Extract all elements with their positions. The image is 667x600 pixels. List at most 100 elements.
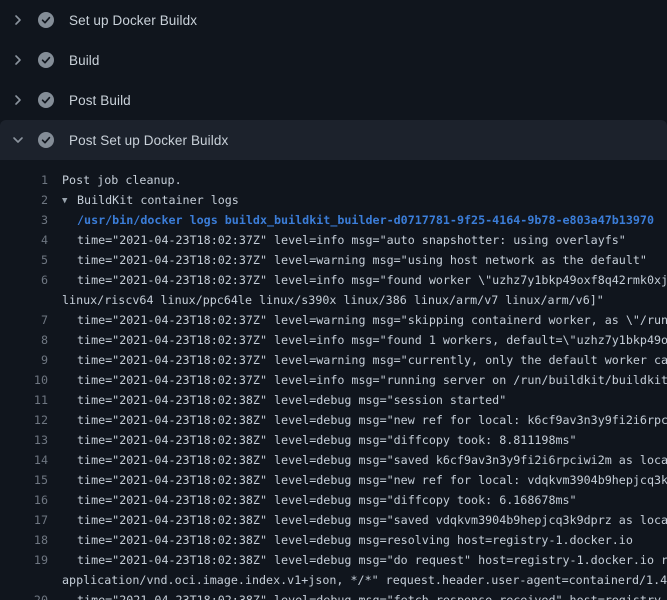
log-row: 6 time="2021-04-23T18:02:37Z" level=info… xyxy=(0,270,667,290)
section-list: Set up Docker Buildx Build xyxy=(0,0,667,160)
log-line-text: time="2021-04-23T18:02:37Z" level=info m… xyxy=(48,233,667,247)
log-message: time="2021-04-23T18:02:38Z" level=debug … xyxy=(77,393,506,407)
log-row: 17 time="2021-04-23T18:02:38Z" level=deb… xyxy=(0,510,667,530)
section-row-post-set-up-docker-buildx[interactable]: Post Set up Docker Buildx xyxy=(0,120,667,160)
log-row: 12 time="2021-04-23T18:02:38Z" level=deb… xyxy=(0,410,667,430)
log-line-text: time="2021-04-23T18:02:38Z" level=debug … xyxy=(48,413,667,427)
log-row: 19 time="2021-04-23T18:02:38Z" level=deb… xyxy=(0,550,667,570)
log-message: BuildKit container logs xyxy=(77,193,239,207)
log-line-text: Post job cleanup. xyxy=(48,173,667,187)
log-line-text: time="2021-04-23T18:02:37Z" level=warnin… xyxy=(48,313,667,327)
check-circle-icon xyxy=(38,52,54,68)
collapse-triangle-icon[interactable]: ▼ xyxy=(62,196,77,206)
log-row: 3 /usr/bin/docker logs buildx_buildkit_b… xyxy=(0,210,667,230)
log-line-number[interactable]: 18 xyxy=(0,533,48,547)
log-row: linux/riscv64 linux/ppc64le linux/s390x … xyxy=(0,290,667,310)
section-title: Post Set up Docker Buildx xyxy=(69,133,228,148)
log-message: linux/riscv64 linux/ppc64le linux/s390x … xyxy=(62,293,604,307)
log-line-text: time="2021-04-23T18:02:37Z" level=warnin… xyxy=(48,353,667,367)
log-line-text: time="2021-04-23T18:02:37Z" level=info m… xyxy=(48,333,667,347)
check-circle-icon xyxy=(38,12,54,28)
log-message: time="2021-04-23T18:02:38Z" level=debug … xyxy=(77,453,667,467)
log-row: 11 time="2021-04-23T18:02:38Z" level=deb… xyxy=(0,390,667,410)
log-line-number[interactable]: 17 xyxy=(0,513,48,527)
log-message: /usr/bin/docker logs buildx_buildkit_bui… xyxy=(77,213,654,227)
log-row: 13 time="2021-04-23T18:02:38Z" level=deb… xyxy=(0,430,667,450)
log-line-text: time="2021-04-23T18:02:38Z" level=debug … xyxy=(48,393,667,407)
log-line-number[interactable]: 10 xyxy=(0,373,48,387)
log-message: time="2021-04-23T18:02:38Z" level=debug … xyxy=(77,533,633,547)
log-message: time="2021-04-23T18:02:37Z" level=warnin… xyxy=(77,313,667,327)
log-message: time="2021-04-23T18:02:38Z" level=debug … xyxy=(77,593,667,600)
log-line-number[interactable]: 8 xyxy=(0,333,48,347)
log-row: 1 Post job cleanup. xyxy=(0,170,667,190)
log-row: 7 time="2021-04-23T18:02:37Z" level=warn… xyxy=(0,310,667,330)
log-line-number[interactable]: 11 xyxy=(0,393,48,407)
log-row: 20 time="2021-04-23T18:02:38Z" level=deb… xyxy=(0,590,667,600)
check-circle-icon xyxy=(38,132,54,148)
log-line-text: linux/riscv64 linux/ppc64le linux/s390x … xyxy=(48,293,667,307)
log-group-header[interactable]: ▼BuildKit container logs xyxy=(48,193,667,207)
log-row: 2 ▼BuildKit container logs xyxy=(0,190,667,210)
log-row: 9 time="2021-04-23T18:02:37Z" level=warn… xyxy=(0,350,667,370)
log-row: 8 time="2021-04-23T18:02:37Z" level=info… xyxy=(0,330,667,350)
chevron-right-icon xyxy=(10,52,26,68)
log-row: 18 time="2021-04-23T18:02:38Z" level=deb… xyxy=(0,530,667,550)
workflow-log-panel: Set up Docker Buildx Build xyxy=(0,0,667,600)
log-message: time="2021-04-23T18:02:38Z" level=debug … xyxy=(77,493,577,507)
log-line-text: time="2021-04-23T18:02:37Z" level=info m… xyxy=(48,273,667,287)
log-line-number[interactable]: 9 xyxy=(0,353,48,367)
log-line-number[interactable]: 13 xyxy=(0,433,48,447)
log-line-number[interactable]: 12 xyxy=(0,413,48,427)
log-line-text: time="2021-04-23T18:02:38Z" level=debug … xyxy=(48,593,667,600)
log-line-text: application/vnd.oci.image.index.v1+json,… xyxy=(48,573,667,587)
log-line-number[interactable]: 19 xyxy=(0,553,48,567)
log-line-number[interactable]: 15 xyxy=(0,473,48,487)
log-line-number[interactable]: 5 xyxy=(0,253,48,267)
log-message: time="2021-04-23T18:02:37Z" level=info m… xyxy=(77,373,667,387)
log-line-text: time="2021-04-23T18:02:38Z" level=debug … xyxy=(48,453,667,467)
log-row: 15 time="2021-04-23T18:02:38Z" level=deb… xyxy=(0,470,667,490)
log-message: time="2021-04-23T18:02:37Z" level=warnin… xyxy=(77,253,647,267)
log-row: 4 time="2021-04-23T18:02:37Z" level=info… xyxy=(0,230,667,250)
section-title: Build xyxy=(69,53,100,68)
log-line-text: time="2021-04-23T18:02:38Z" level=debug … xyxy=(48,473,667,487)
log-line-number[interactable]: 20 xyxy=(0,593,48,600)
log-message: time="2021-04-23T18:02:37Z" level=info m… xyxy=(77,233,626,247)
log-line-number[interactable]: 14 xyxy=(0,453,48,467)
chevron-right-icon xyxy=(10,12,26,28)
log-line-text: time="2021-04-23T18:02:37Z" level=info m… xyxy=(48,373,667,387)
log-row: 10 time="2021-04-23T18:02:37Z" level=inf… xyxy=(0,370,667,390)
log-line-number[interactable]: 16 xyxy=(0,493,48,507)
log-message: time="2021-04-23T18:02:38Z" level=debug … xyxy=(77,553,667,567)
log-message: time="2021-04-23T18:02:37Z" level=info m… xyxy=(77,273,667,287)
log-line-text: time="2021-04-23T18:02:38Z" level=debug … xyxy=(48,513,667,527)
section-row-post-build[interactable]: Post Build xyxy=(0,80,667,120)
log-line-number[interactable]: 3 xyxy=(0,213,48,227)
chevron-down-icon xyxy=(10,132,26,148)
log-line-number[interactable]: 1 xyxy=(0,173,48,187)
chevron-right-icon xyxy=(10,92,26,108)
section-title: Set up Docker Buildx xyxy=(69,13,197,28)
log-row: application/vnd.oci.image.index.v1+json,… xyxy=(0,570,667,590)
log-message: time="2021-04-23T18:02:38Z" level=debug … xyxy=(77,433,577,447)
log-line-text: time="2021-04-23T18:02:38Z" level=debug … xyxy=(48,493,667,507)
log-row: 14 time="2021-04-23T18:02:38Z" level=deb… xyxy=(0,450,667,470)
log-message: time="2021-04-23T18:02:37Z" level=info m… xyxy=(77,333,667,347)
log-message: Post job cleanup. xyxy=(62,173,182,187)
check-circle-icon xyxy=(38,92,54,108)
log-line-number[interactable]: 2 xyxy=(0,193,48,207)
log-row: 5 time="2021-04-23T18:02:37Z" level=warn… xyxy=(0,250,667,270)
section-row-build[interactable]: Build xyxy=(0,40,667,80)
log-line-number[interactable]: 7 xyxy=(0,313,48,327)
log-line-number[interactable]: 6 xyxy=(0,273,48,287)
log-line-text: time="2021-04-23T18:02:38Z" level=debug … xyxy=(48,533,667,547)
log-line-text: time="2021-04-23T18:02:38Z" level=debug … xyxy=(48,553,667,567)
log-message: time="2021-04-23T18:02:38Z" level=debug … xyxy=(77,413,667,427)
log-line-text: time="2021-04-23T18:02:38Z" level=debug … xyxy=(48,433,667,447)
log-line-text: /usr/bin/docker logs buildx_buildkit_bui… xyxy=(48,213,667,227)
log-message: application/vnd.oci.image.index.v1+json,… xyxy=(62,573,667,587)
section-row-set-up-docker-buildx[interactable]: Set up Docker Buildx xyxy=(0,0,667,40)
log-line-number[interactable]: 4 xyxy=(0,233,48,247)
log-line-text: time="2021-04-23T18:02:37Z" level=warnin… xyxy=(48,253,667,267)
